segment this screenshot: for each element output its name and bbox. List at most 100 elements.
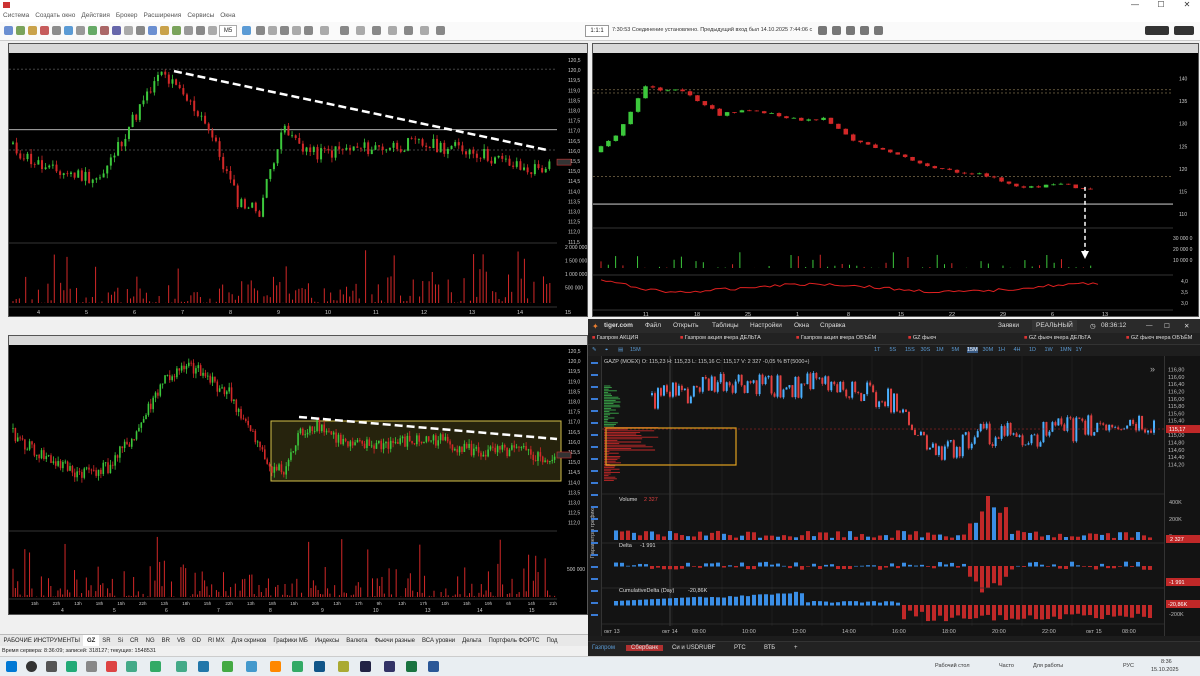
draw-tool-3[interactable] <box>591 398 598 400</box>
toolbar-icon-5[interactable] <box>52 26 61 35</box>
taskbar-app-6[interactable] <box>176 661 187 672</box>
taskbar-app-5[interactable] <box>150 661 161 672</box>
interval-select-tiger[interactable]: 15M <box>630 347 641 353</box>
toolbar-icon-22[interactable] <box>280 26 289 35</box>
timeframe-1M[interactable]: 1M <box>936 347 944 353</box>
draw-tool-11[interactable] <box>591 494 598 496</box>
taskbar-app-15[interactable] <box>384 661 395 672</box>
toolbar-icon-3[interactable] <box>28 26 37 35</box>
draw-tool-6[interactable] <box>591 434 598 436</box>
draw-tool-10[interactable] <box>591 482 598 484</box>
draw-tool-15[interactable] <box>591 542 598 544</box>
search-icon[interactable] <box>26 661 37 672</box>
taskbar-app-13[interactable] <box>338 661 349 672</box>
taskbar-app-3[interactable] <box>106 661 117 672</box>
draw-tool-icon[interactable]: ✎ <box>592 347 597 353</box>
tiger-tab-3[interactable]: ■ GZ фьюч <box>908 335 936 341</box>
draw-tool-12[interactable] <box>591 506 598 508</box>
taskbar-app-4[interactable] <box>126 661 137 672</box>
draw-tool-21[interactable] <box>591 614 598 616</box>
draw-tool-18[interactable] <box>591 578 598 580</box>
desktop-toolbar[interactable]: Рабочий стол <box>935 663 970 669</box>
timeframe-1Y[interactable]: 1Y <box>1076 347 1083 353</box>
tiger-menu-tables[interactable]: Таблицы <box>712 322 739 329</box>
timeframe-15M[interactable]: 15M <box>967 347 978 353</box>
draw-tool-0[interactable] <box>591 362 598 364</box>
draw-tool-20[interactable] <box>591 602 598 604</box>
tiger-menu-settings[interactable]: Настройки <box>750 322 782 329</box>
draw-tool-4[interactable] <box>591 410 598 412</box>
toolbar-icon-7[interactable] <box>76 26 85 35</box>
toolbar-icon-9[interactable] <box>100 26 109 35</box>
toolbar-icon-35[interactable] <box>846 26 855 35</box>
tiger-bottom-tab-0[interactable]: Газпром <box>592 645 615 651</box>
tiger-bottom-tab-1[interactable]: Сбербанк <box>626 645 663 651</box>
timeframe-4H[interactable]: 4H <box>1014 347 1021 353</box>
menu-item-3[interactable]: Брокер <box>113 10 141 22</box>
toolbar-icon-18[interactable] <box>208 26 217 35</box>
word-icon[interactable] <box>428 661 439 672</box>
taskbar-app-2[interactable] <box>86 661 97 672</box>
timeframe-5S[interactable]: 5S <box>890 347 897 353</box>
toolbar-icon-11[interactable] <box>124 26 133 35</box>
timeframe-1T[interactable]: 1T <box>874 347 880 353</box>
toolbar-icon-8[interactable] <box>88 26 97 35</box>
timeframe-1MN[interactable]: 1MN <box>1060 347 1072 353</box>
menu-item-5[interactable]: Сервисы <box>184 10 217 22</box>
toolbar-icon-29[interactable] <box>388 26 397 35</box>
chart-pane-2[interactable]: 140 135 130 125 120 115 110 30 000 0 20 000 0 10 … <box>592 43 1199 317</box>
tiger-menu-help[interactable]: Справка <box>820 322 846 329</box>
toolbar-icon-23[interactable] <box>292 26 301 35</box>
tiger-menu-file[interactable]: Файл <box>645 322 661 329</box>
toolbar-icon-2[interactable] <box>16 26 25 35</box>
taskbar-app-7[interactable] <box>198 661 209 672</box>
toolbar-icon-24[interactable] <box>304 26 313 35</box>
start-icon[interactable] <box>6 661 17 672</box>
toolbar-icon-25[interactable] <box>320 26 329 35</box>
interval-select[interactable]: M5 <box>219 25 237 37</box>
timeframe-5M[interactable]: 5M <box>952 347 960 353</box>
menu-item-2[interactable]: Действия <box>78 10 112 22</box>
taskbar-app-10[interactable] <box>270 661 281 672</box>
task-view-icon[interactable] <box>46 661 57 672</box>
draw-tool-13[interactable] <box>591 518 598 520</box>
tiger-bottom-tab-5[interactable]: + <box>794 645 798 651</box>
draw-tool-16[interactable] <box>591 554 598 556</box>
tiger-tab-5[interactable]: ■ GZ фьюч вчера ОБЪЁМ <box>1126 335 1192 341</box>
tiger-minimize-button[interactable]: — <box>1146 322 1153 329</box>
toolbar-icon-13[interactable] <box>148 26 157 35</box>
tiger-tab-2[interactable]: ■ Газпром акция вчера ОБЪЁМ <box>796 335 876 341</box>
language-indicator[interactable]: РУС <box>1123 663 1134 669</box>
taskbar-app-9[interactable] <box>246 661 257 672</box>
chart-pane-1[interactable]: 120,5 120,0 119,5 119,0 118,5 118,0 117,5 117,0… <box>8 43 588 317</box>
tiger-menu-open[interactable]: Открыть <box>673 322 699 329</box>
tiger-chart[interactable]: » окт 13 окт 14 08:00 10:00 12:00 14:00 16:00 18… <box>602 356 1164 636</box>
close-button[interactable]: ✕ <box>1178 0 1196 10</box>
text-tool-icon[interactable] <box>356 26 365 35</box>
menu-item-1[interactable]: Создать окно <box>32 10 78 22</box>
taskbar-app-12[interactable] <box>314 661 325 672</box>
tiger-bottom-tab-3[interactable]: РТС <box>734 645 746 651</box>
toolbar-icon-36[interactable] <box>860 26 869 35</box>
chart-type-icon[interactable]: ▤ <box>618 347 623 353</box>
toolbar-icon-33[interactable] <box>818 26 827 35</box>
toolbar-icon-31[interactable] <box>420 26 429 35</box>
tiger-close-button[interactable]: ✕ <box>1184 322 1189 330</box>
toolbar-icon-1[interactable] <box>4 26 13 35</box>
menu-item-6[interactable]: Окна <box>217 10 238 22</box>
taskbar-app-8[interactable] <box>222 661 233 672</box>
account-mode-select[interactable]: РЕАЛЬНЫЙ <box>1032 320 1077 331</box>
draw-tool-19[interactable] <box>591 590 598 592</box>
toolbar-icon-14[interactable] <box>160 26 169 35</box>
clock-time[interactable]: 8:36 <box>1161 659 1172 665</box>
toolbar-icon-4[interactable] <box>40 26 49 35</box>
draw-tool-2[interactable] <box>591 386 598 388</box>
draw-tool-17[interactable] <box>591 566 598 568</box>
line-tool-icon[interactable] <box>340 26 349 35</box>
taskbar-app-11[interactable] <box>292 661 303 672</box>
pane2-chart[interactable]: 14013513012512011511030 000 020 000 010 … <box>593 53 1198 316</box>
timeframe-15S[interactable]: 15S <box>905 347 915 353</box>
toolbar-icon-21[interactable] <box>268 26 277 35</box>
toolbar-icon-6[interactable] <box>64 26 73 35</box>
timeframe-1D[interactable]: 1D <box>1029 347 1036 353</box>
